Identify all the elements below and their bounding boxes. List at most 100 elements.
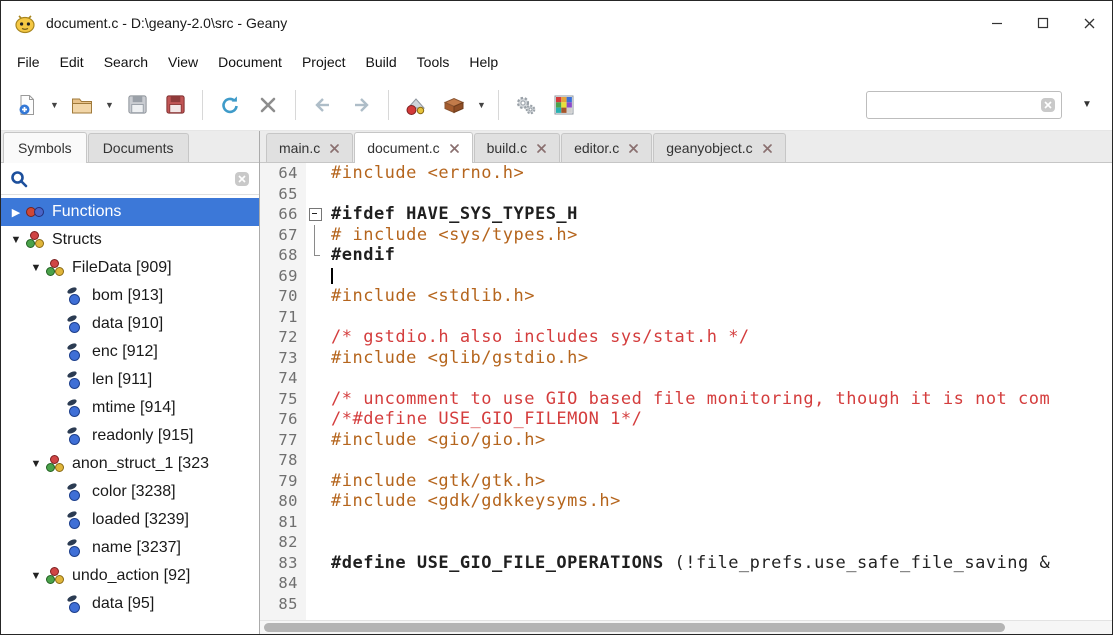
- maximize-button[interactable]: [1020, 1, 1066, 45]
- expander-icon[interactable]: ▼: [27, 570, 45, 582]
- compile-button[interactable]: [398, 86, 434, 124]
- tree-item[interactable]: ▼undo_action [92]: [1, 562, 259, 590]
- code-line[interactable]: 76/*#define USE_GIO_FILEMON 1*/: [260, 409, 1112, 430]
- code-line[interactable]: 66#ifdef HAVE_SYS_TYPES_H: [260, 204, 1112, 225]
- tree-item-label: name [3237]: [92, 539, 181, 557]
- save-all-button[interactable]: [157, 86, 193, 124]
- code-line[interactable]: 81: [260, 512, 1112, 533]
- tree-item[interactable]: bom [913]: [1, 282, 259, 310]
- line-number: 72: [260, 327, 306, 348]
- clear-search-icon[interactable]: [234, 171, 250, 187]
- editor-tab-geanyobject.c[interactable]: geanyobject.c: [653, 133, 785, 162]
- sidebar-tab-documents[interactable]: Documents: [88, 133, 189, 162]
- expander-icon[interactable]: ▼: [7, 234, 25, 246]
- open-file-button[interactable]: [64, 86, 100, 124]
- editor-tab-main.c[interactable]: main.c: [266, 133, 353, 162]
- menu-project[interactable]: Project: [292, 47, 356, 77]
- tree-item[interactable]: readonly [915]: [1, 422, 259, 450]
- code-line[interactable]: 64#include <errno.h>: [260, 163, 1112, 184]
- tree-item[interactable]: ▼Structs: [1, 226, 259, 254]
- menu-edit[interactable]: Edit: [50, 47, 94, 77]
- code-line[interactable]: 67# include <sys/types.h>: [260, 225, 1112, 246]
- close-file-button[interactable]: [250, 86, 286, 124]
- code-line[interactable]: 70#include <stdlib.h>: [260, 286, 1112, 307]
- tree-item[interactable]: data [95]: [1, 590, 259, 618]
- struct-icon: [45, 258, 65, 278]
- sidebar-tabs: SymbolsDocuments: [1, 131, 259, 163]
- code-line[interactable]: 83#define USE_GIO_FILE_OPERATIONS (!file…: [260, 553, 1112, 574]
- menu-build[interactable]: Build: [356, 47, 407, 77]
- tree-item[interactable]: name [3237]: [1, 534, 259, 562]
- open-file-dropdown-icon[interactable]: ▼: [102, 86, 117, 124]
- execute-button[interactable]: [508, 86, 544, 124]
- tab-close-icon[interactable]: [628, 143, 639, 154]
- code-line[interactable]: 77#include <gio/gio.h>: [260, 430, 1112, 451]
- member-icon: [65, 314, 85, 334]
- code-line[interactable]: 82: [260, 532, 1112, 553]
- menu-file[interactable]: File: [7, 47, 50, 77]
- build-button[interactable]: [436, 86, 472, 124]
- code-line[interactable]: 71: [260, 307, 1112, 328]
- code-line[interactable]: 69: [260, 266, 1112, 287]
- code-line[interactable]: 80#include <gdk/gdkkeysyms.h>: [260, 491, 1112, 512]
- symbol-search-input[interactable]: [35, 167, 227, 191]
- tree-item[interactable]: ▼FileData [909]: [1, 254, 259, 282]
- menu-document[interactable]: Document: [208, 47, 292, 77]
- color-chooser-button[interactable]: [546, 86, 582, 124]
- code-text: /* gstdio.h also includes sys/stat.h */: [324, 327, 1112, 348]
- code-line[interactable]: 73#include <glib/gstdio.h>: [260, 348, 1112, 369]
- expander-icon[interactable]: ▼: [27, 458, 45, 470]
- toolbar-search-input[interactable]: [866, 91, 1062, 119]
- tree-item[interactable]: enc [912]: [1, 338, 259, 366]
- code-text: #include <gio/gio.h>: [324, 430, 1112, 451]
- tree-item[interactable]: ▼anon_struct_1 [323: [1, 450, 259, 478]
- tab-close-icon[interactable]: [536, 143, 547, 154]
- tree-item[interactable]: loaded [3239]: [1, 506, 259, 534]
- code-line[interactable]: 72 /* gstdio.h also includes sys/stat.h *…: [260, 327, 1112, 348]
- code-line[interactable]: 85: [260, 594, 1112, 615]
- build-dropdown-icon[interactable]: ▼: [474, 86, 489, 124]
- new-file-dropdown-icon[interactable]: ▼: [47, 86, 62, 124]
- tab-close-icon[interactable]: [449, 143, 460, 154]
- menu-help[interactable]: Help: [459, 47, 508, 77]
- tab-close-icon[interactable]: [762, 143, 773, 154]
- tree-item[interactable]: data [910]: [1, 310, 259, 338]
- code-line[interactable]: 65: [260, 184, 1112, 205]
- new-file-button[interactable]: [9, 86, 45, 124]
- editor-tab-build.c[interactable]: build.c: [474, 133, 560, 162]
- code-text: [324, 532, 1112, 553]
- clear-search-icon[interactable]: [1040, 97, 1056, 113]
- horizontal-scrollbar[interactable]: [260, 620, 1112, 634]
- menu-tools[interactable]: Tools: [407, 47, 460, 77]
- editor-tab-editor.c[interactable]: editor.c: [561, 133, 652, 162]
- navigate-back-button[interactable]: [305, 86, 341, 124]
- code-area[interactable]: 64#include <errno.h>6566#ifdef HAVE_SYS_…: [260, 163, 1112, 620]
- toolbar-overflow-icon[interactable]: ▼: [1074, 86, 1100, 124]
- menu-search[interactable]: Search: [94, 47, 158, 77]
- navigate-forward-button[interactable]: [343, 86, 379, 124]
- fold-marker-icon[interactable]: [306, 204, 324, 225]
- code-line[interactable]: 68#endif: [260, 245, 1112, 266]
- tab-close-icon[interactable]: [329, 143, 340, 154]
- editor-tab-document.c[interactable]: document.c: [354, 132, 472, 163]
- close-button[interactable]: [1066, 1, 1112, 45]
- tree-item[interactable]: len [911]: [1, 366, 259, 394]
- tree-item[interactable]: mtime [914]: [1, 394, 259, 422]
- tree-item[interactable]: ▶Functions: [1, 198, 259, 226]
- code-text: #endif: [324, 245, 1112, 266]
- tree-item[interactable]: color [3238]: [1, 478, 259, 506]
- expander-icon[interactable]: ▶: [7, 206, 25, 219]
- revert-button[interactable]: [212, 86, 248, 124]
- code-line[interactable]: 79#include <gtk/gtk.h>: [260, 471, 1112, 492]
- scrollbar-thumb[interactable]: [264, 623, 1005, 632]
- save-button[interactable]: [119, 86, 155, 124]
- expander-icon[interactable]: ▼: [27, 262, 45, 274]
- fold-margin: [306, 450, 324, 471]
- code-line[interactable]: 84: [260, 573, 1112, 594]
- code-line[interactable]: 75/* uncomment to use GIO based file mon…: [260, 389, 1112, 410]
- minimize-button[interactable]: [974, 1, 1020, 45]
- menu-view[interactable]: View: [158, 47, 208, 77]
- sidebar-tab-symbols[interactable]: Symbols: [3, 132, 87, 163]
- code-line[interactable]: 74: [260, 368, 1112, 389]
- code-line[interactable]: 78: [260, 450, 1112, 471]
